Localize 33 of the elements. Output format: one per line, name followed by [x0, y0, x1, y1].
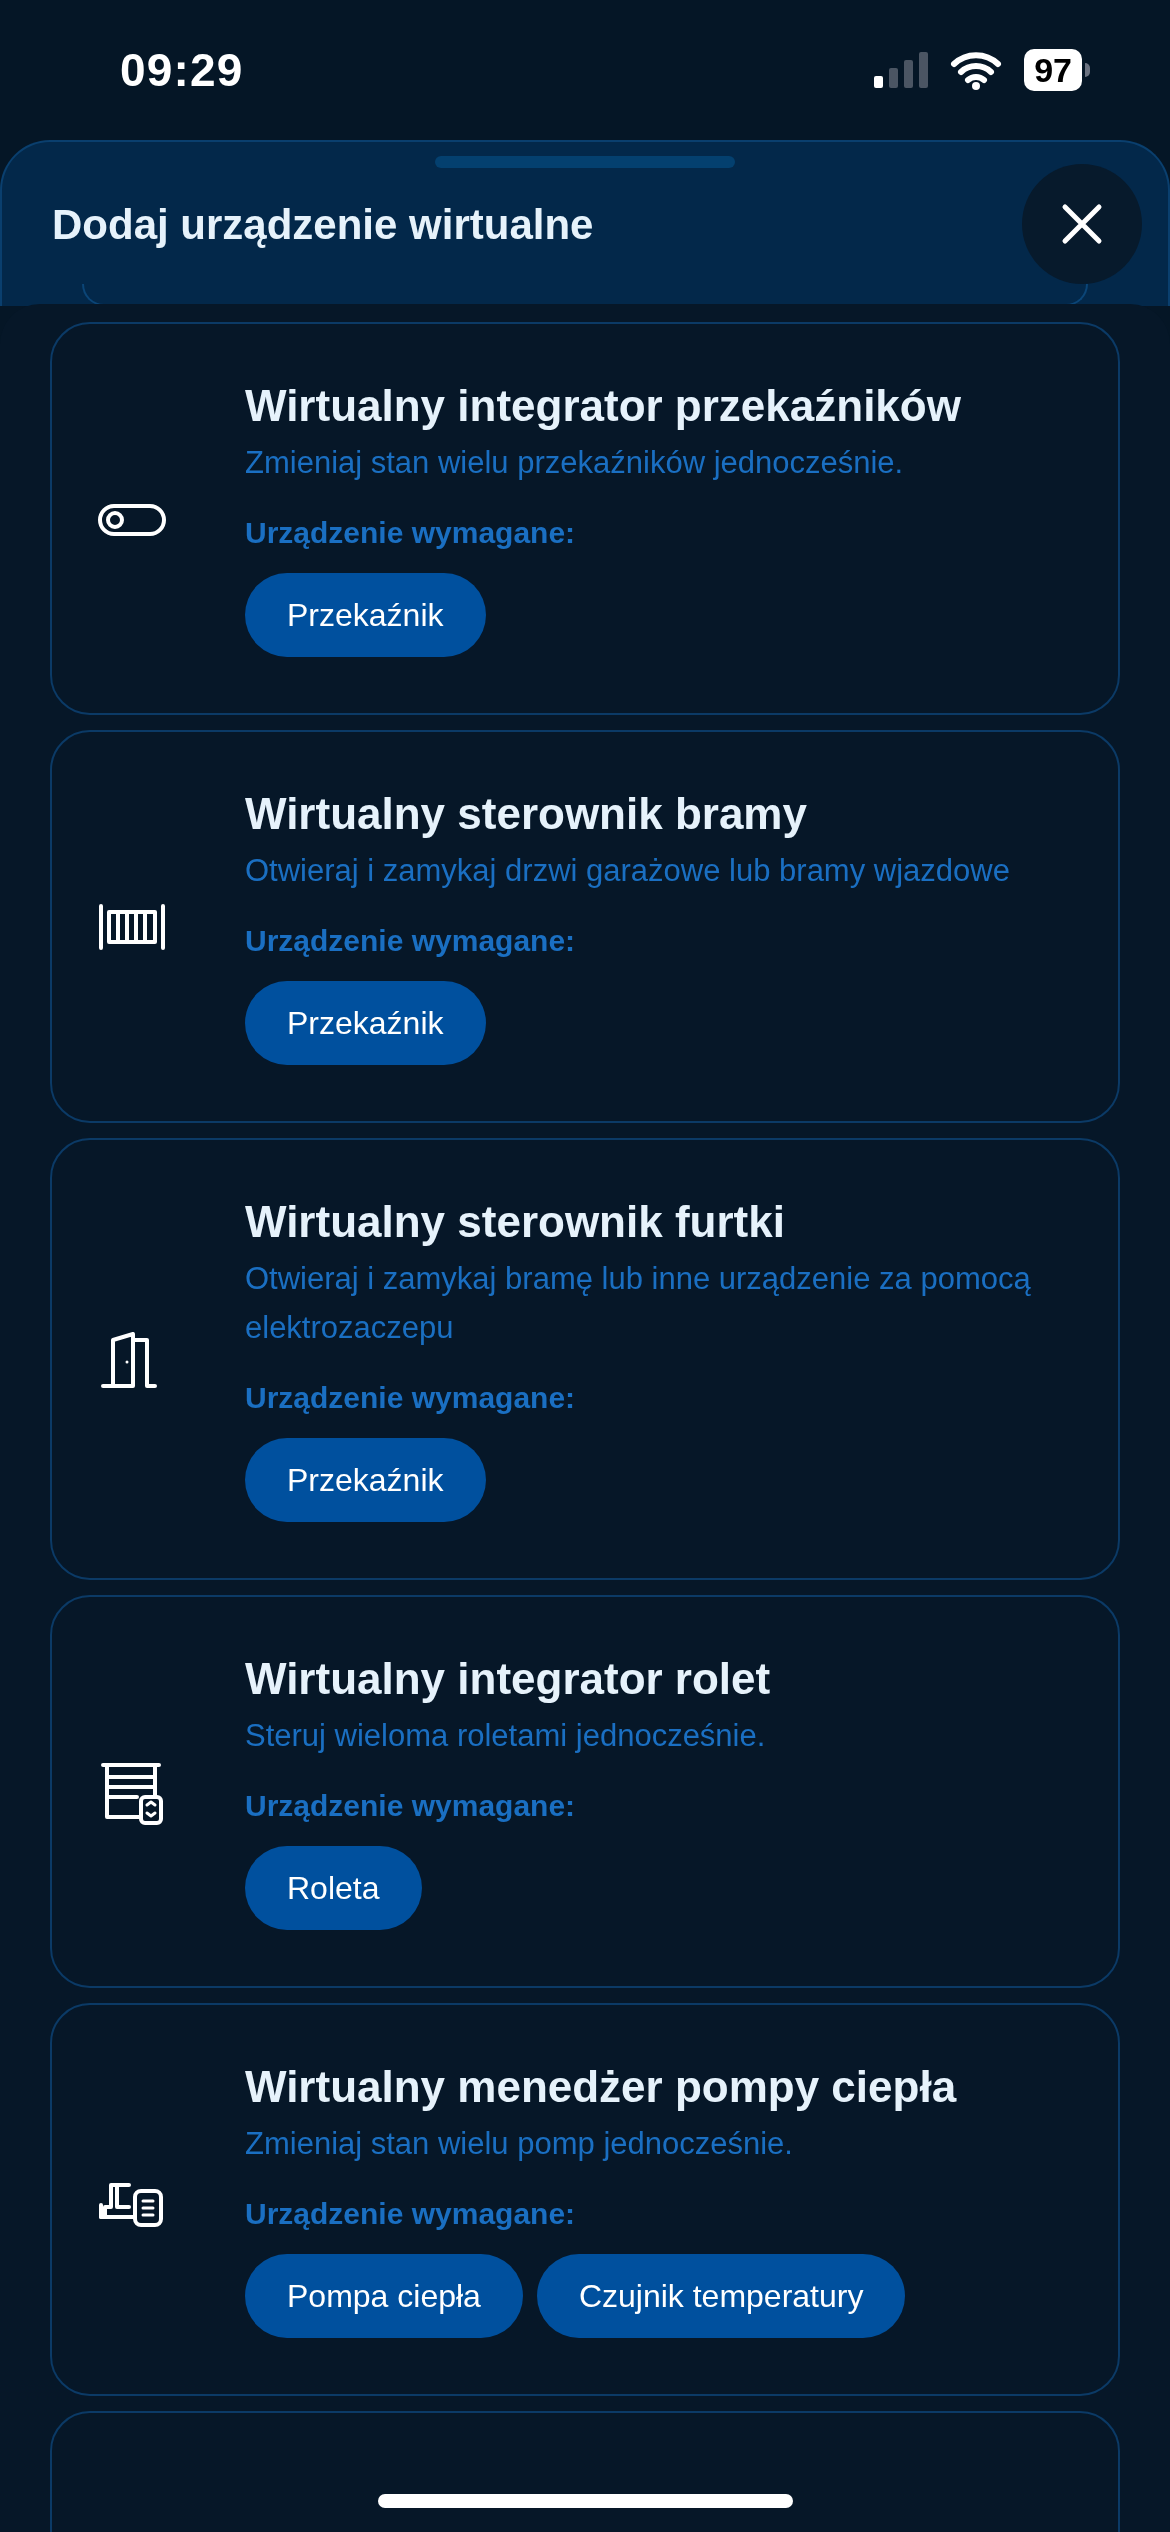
- device-chip[interactable]: Przekaźnik: [245, 981, 486, 1065]
- device-chip[interactable]: Czujnik temperatury: [536, 2254, 906, 2338]
- device-chip[interactable]: Roleta: [245, 1846, 422, 1930]
- wifi-icon: [950, 50, 1003, 90]
- device-card[interactable]: Wirtualny sterownik furtki Otwieraj i zamykaj bramę lub inne urządzenie za pomocą elektrozaczepu Urządzenie wymagane: Przekaźnik: [50, 1138, 1120, 1580]
- device-title: Wirtualny integrator przekaźników: [245, 380, 962, 432]
- required-label: Urządzenie wymagane:: [245, 1380, 577, 1416]
- status-time: 09:29: [120, 42, 244, 98]
- device-description: Otwieraj i zamykaj drzwi garażowe lub bramy wjazdowe: [245, 852, 1011, 890]
- device-title: Wirtualny sterownik furtki: [245, 1196, 786, 1248]
- battery-level: 97: [1024, 49, 1082, 91]
- device-description: Otwieraj i zamykaj bramę lub inne urządzenie za pomocą elektrozaczepu: [245, 1260, 1032, 1347]
- device-description: Zmieniaj stan wielu przekaźników jednocześnie.: [245, 444, 905, 482]
- signal-icon: [872, 50, 929, 90]
- device-card[interactable]: Wirtualny menedżer pompy ciepła Zmieniaj stan wielu pomp jednocześnie. Urządzenie wymagane: Pompa ciepła Czujnik temperatury: [50, 2003, 1120, 2396]
- device-card[interactable]: Wirtualny sterownik bramy Otwieraj i zamykaj drzwi garażowe lub bramy wjazdowe Urządzenie wymagane: Przekaźnik: [50, 730, 1120, 1123]
- device-card[interactable]: Wirtualny integrator przekaźników Zmieniaj stan wielu przekaźników jednocześnie. Urządzenie wymagane: Przekaźnik: [50, 322, 1120, 715]
- close-icon: [1061, 203, 1103, 245]
- device-chip[interactable]: Przekaźnik: [245, 1438, 486, 1522]
- device-card[interactable]: Wirtualny integrator rolet Steruj wieloma roletami jednocześnie. Urządzenie wymagane: Roleta: [50, 1595, 1120, 1988]
- device-title: Wirtualny sterownik bramy: [245, 788, 808, 840]
- required-label: Urządzenie wymagane:: [245, 1788, 577, 1824]
- device-title: Wirtualny integrator rolet: [245, 1653, 772, 1705]
- device-title: Wirtualny menedżer pompy ciepła: [245, 2061, 958, 2113]
- required-label: Urządzenie wymagane:: [245, 923, 577, 959]
- required-label: Urządzenie wymagane:: [245, 515, 577, 551]
- required-label: Urządzenie wymagane:: [245, 2196, 577, 2232]
- device-chip[interactable]: Pompa ciepła: [245, 2254, 523, 2338]
- device-chip[interactable]: Przekaźnik: [245, 573, 486, 657]
- device-description: Zmieniaj stan wielu pomp jednocześnie.: [245, 2125, 794, 2163]
- sheet-title: Dodaj urządzenie wirtualne: [52, 199, 594, 250]
- battery-nub: [1085, 63, 1090, 77]
- device-description: Steruj wieloma roletami jednocześnie.: [245, 1717, 767, 1755]
